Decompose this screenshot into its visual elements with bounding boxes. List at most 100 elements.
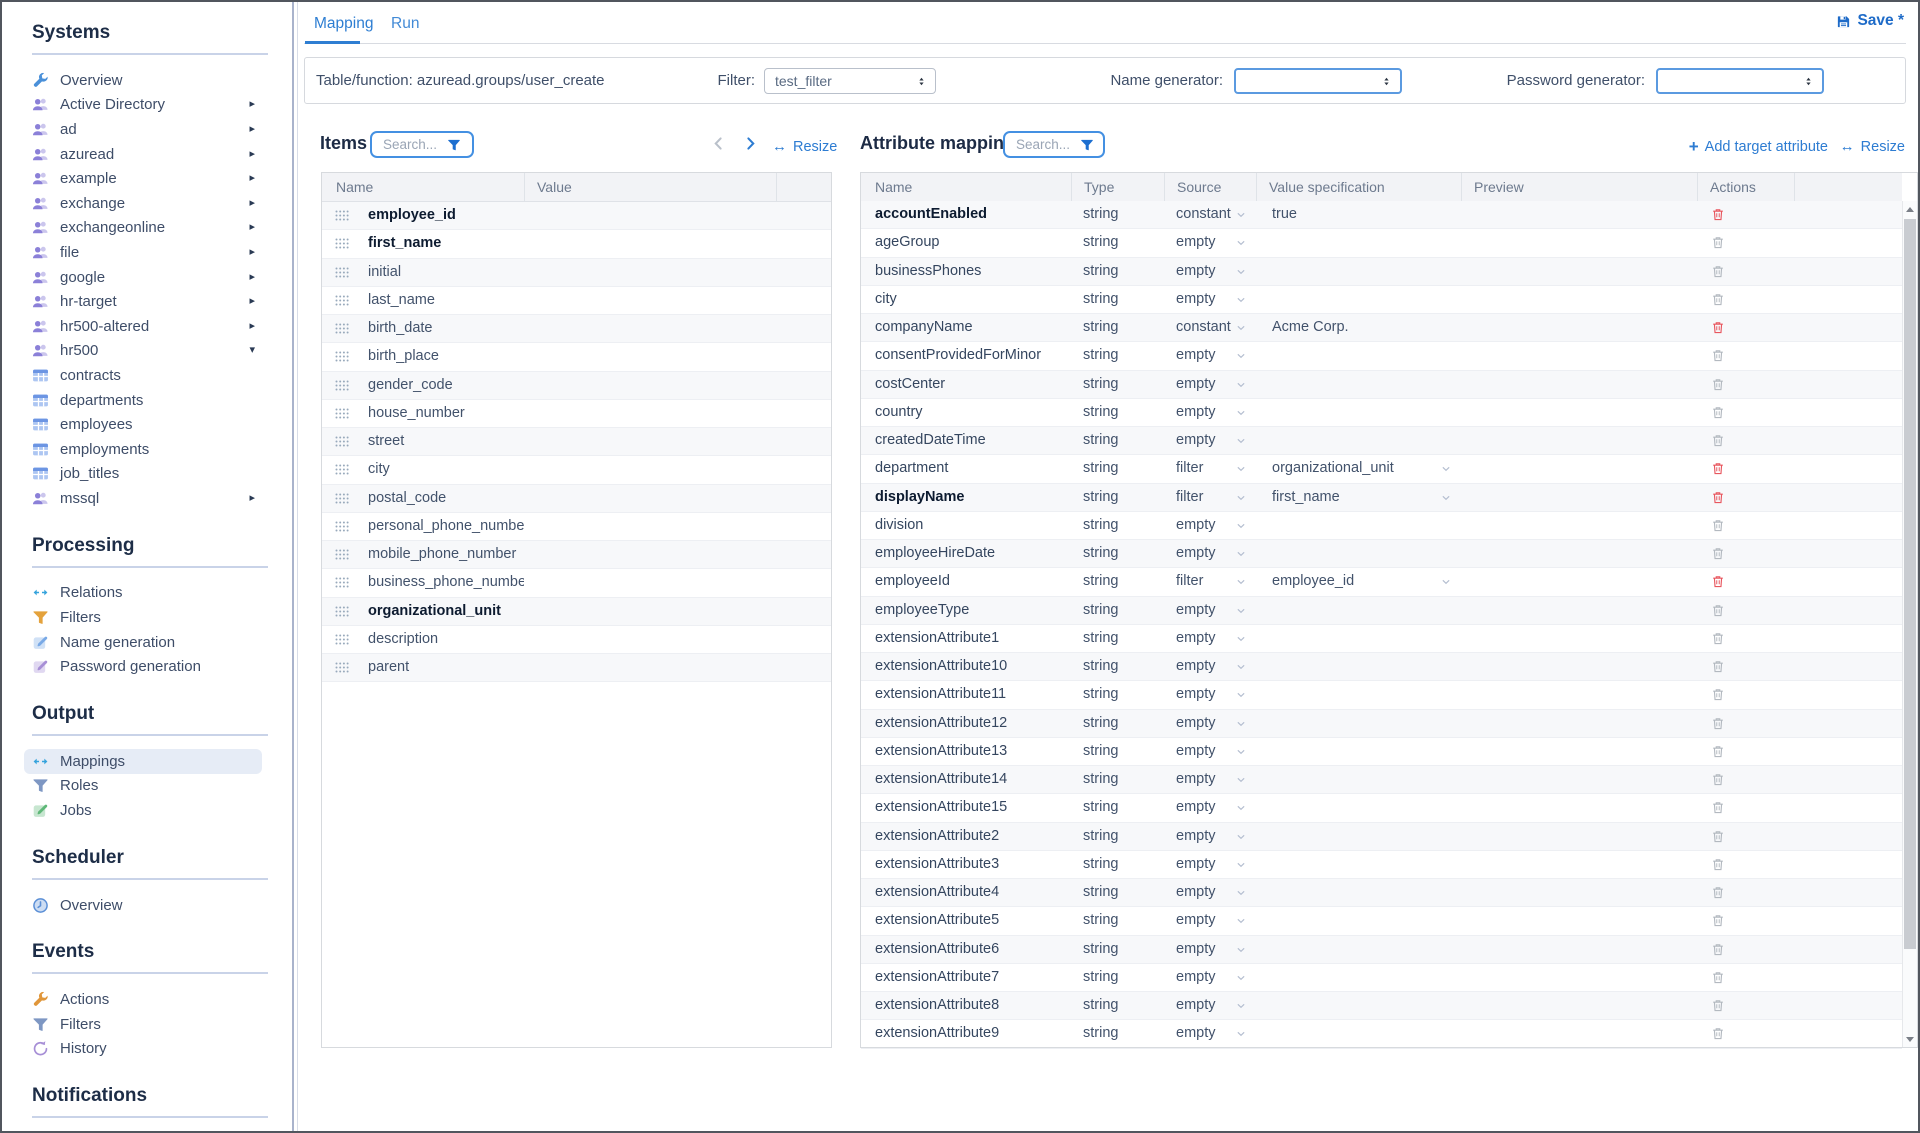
mapping-row[interactable]: extensionAttribute11 string empty xyxy=(861,681,1902,709)
sidebar-item[interactable]: Filters xyxy=(32,1012,268,1037)
source-select[interactable]: empty xyxy=(1164,286,1256,313)
trash-icon[interactable] xyxy=(1711,490,1725,505)
value-specification[interactable] xyxy=(1256,258,1461,285)
sidebar-item[interactable]: contracts xyxy=(32,363,268,388)
item-row[interactable]: initial xyxy=(322,259,831,287)
sidebar-item[interactable]: exchangeonline ▸ xyxy=(32,216,268,241)
chevron-down-icon[interactable] xyxy=(1235,689,1247,701)
trash-icon[interactable] xyxy=(1711,772,1725,787)
tab-mapping[interactable]: Mapping xyxy=(314,15,373,33)
mapping-row[interactable]: extensionAttribute9 string empty xyxy=(861,1020,1902,1048)
trash-icon[interactable] xyxy=(1711,574,1725,589)
drag-handle-icon[interactable] xyxy=(335,464,349,475)
item-row[interactable]: parent xyxy=(322,654,831,682)
chevron-down-icon[interactable] xyxy=(1235,407,1247,419)
chevron-down-icon[interactable] xyxy=(1235,746,1247,758)
trash-icon[interactable] xyxy=(1711,631,1725,646)
value-specification[interactable]: Acme Corp. xyxy=(1256,314,1461,341)
expander-icon[interactable]: ▸ xyxy=(249,321,255,332)
value-specification[interactable] xyxy=(1256,907,1461,934)
source-select[interactable]: filter xyxy=(1164,484,1256,511)
mapping-row[interactable]: extensionAttribute2 string empty xyxy=(861,823,1902,851)
scrollbar-down-icon[interactable] xyxy=(1903,1031,1917,1047)
value-specification[interactable] xyxy=(1256,597,1461,624)
vertical-scrollbar[interactable] xyxy=(1902,201,1917,1047)
source-select[interactable]: empty xyxy=(1164,964,1256,991)
chevron-down-icon[interactable] xyxy=(1235,435,1247,447)
item-row[interactable]: business_phone_number xyxy=(322,569,831,597)
funnel-icon[interactable] xyxy=(1080,138,1094,152)
mapping-row[interactable]: costCenter string empty xyxy=(861,371,1902,399)
expander-icon[interactable]: ▸ xyxy=(249,124,255,135)
trash-icon[interactable] xyxy=(1711,687,1725,702)
value-specification[interactable] xyxy=(1256,1020,1461,1047)
source-select[interactable]: empty xyxy=(1164,258,1256,285)
drag-handle-icon[interactable] xyxy=(335,380,349,391)
source-select[interactable]: empty xyxy=(1164,794,1256,821)
sidebar-item[interactable]: hr500-altered ▸ xyxy=(32,314,268,339)
drag-handle-icon[interactable] xyxy=(335,493,349,504)
drag-handle-icon[interactable] xyxy=(335,606,349,617)
trash-icon[interactable] xyxy=(1711,970,1725,985)
trash-icon[interactable] xyxy=(1711,207,1725,222)
trash-icon[interactable] xyxy=(1711,461,1725,476)
source-select[interactable]: filter xyxy=(1164,455,1256,482)
sidebar-item[interactable]: employees xyxy=(32,412,268,437)
expander-icon[interactable]: ▸ xyxy=(249,222,255,233)
chevron-down-icon[interactable] xyxy=(1235,944,1247,956)
source-select[interactable]: empty xyxy=(1164,399,1256,426)
expander-icon[interactable]: ▸ xyxy=(249,493,255,504)
chevron-right-icon[interactable] xyxy=(742,135,759,152)
sidebar-item[interactable]: departments xyxy=(32,388,268,413)
chevron-down-icon[interactable] xyxy=(1235,548,1247,560)
sidebar-item[interactable]: Roles xyxy=(32,774,268,799)
sidebar-item[interactable]: exchange ▸ xyxy=(32,191,268,216)
trash-icon[interactable] xyxy=(1711,546,1725,561)
chevron-down-icon[interactable] xyxy=(1235,1028,1247,1040)
value-specification[interactable]: employee_id xyxy=(1256,568,1461,595)
sidebar-item[interactable]: Overview xyxy=(32,68,268,93)
sidebar-item[interactable]: Overview xyxy=(32,893,268,918)
source-select[interactable]: empty xyxy=(1164,879,1256,906)
drag-handle-icon[interactable] xyxy=(335,267,349,278)
sidebar-item[interactable]: Filters xyxy=(32,605,268,630)
mapping-row[interactable]: extensionAttribute14 string empty xyxy=(861,766,1902,794)
item-row[interactable]: last_name xyxy=(322,287,831,315)
value-specification[interactable] xyxy=(1256,794,1461,821)
chevron-down-icon[interactable] xyxy=(1235,520,1247,532)
drag-handle-icon[interactable] xyxy=(335,238,349,249)
value-specification[interactable] xyxy=(1256,681,1461,708)
chevron-down-icon[interactable] xyxy=(1235,859,1247,871)
chevron-down-icon[interactable] xyxy=(1440,463,1452,475)
source-select[interactable]: empty xyxy=(1164,653,1256,680)
item-row[interactable]: city xyxy=(322,456,831,484)
chevron-down-icon[interactable] xyxy=(1440,492,1452,504)
source-select[interactable]: empty xyxy=(1164,597,1256,624)
mapping-row[interactable]: companyName string constant Acme Corp. xyxy=(861,314,1902,342)
trash-icon[interactable] xyxy=(1711,405,1725,420)
source-select[interactable]: empty xyxy=(1164,427,1256,454)
add-target-attribute-button[interactable]: + Add target attribute xyxy=(1689,138,1828,155)
sidebar-item[interactable]: Password generation xyxy=(32,654,268,679)
sidebar-item[interactable]: Jobs xyxy=(32,798,268,823)
mapping-row[interactable]: extensionAttribute13 string empty xyxy=(861,738,1902,766)
mapping-row[interactable]: extensionAttribute6 string empty xyxy=(861,936,1902,964)
value-specification[interactable] xyxy=(1256,342,1461,369)
sidebar-item[interactable]: Actions xyxy=(32,987,268,1012)
mapping-row[interactable]: extensionAttribute3 string empty xyxy=(861,851,1902,879)
mapping-row[interactable]: extensionAttribute1 string empty xyxy=(861,625,1902,653)
mapping-search-input[interactable] xyxy=(1014,136,1080,153)
value-specification[interactable] xyxy=(1256,427,1461,454)
trash-icon[interactable] xyxy=(1711,913,1725,928)
source-select[interactable]: constant xyxy=(1164,314,1256,341)
source-select[interactable]: empty xyxy=(1164,540,1256,567)
value-specification[interactable] xyxy=(1256,399,1461,426)
expander-icon[interactable]: ▸ xyxy=(249,247,255,258)
source-select[interactable]: empty xyxy=(1164,342,1256,369)
item-row[interactable]: first_name xyxy=(322,230,831,258)
sidebar-item[interactable]: file ▸ xyxy=(32,240,268,265)
value-specification[interactable]: true xyxy=(1256,201,1461,228)
value-specification[interactable] xyxy=(1256,540,1461,567)
drag-handle-icon[interactable] xyxy=(335,351,349,362)
drag-handle-icon[interactable] xyxy=(335,436,349,447)
